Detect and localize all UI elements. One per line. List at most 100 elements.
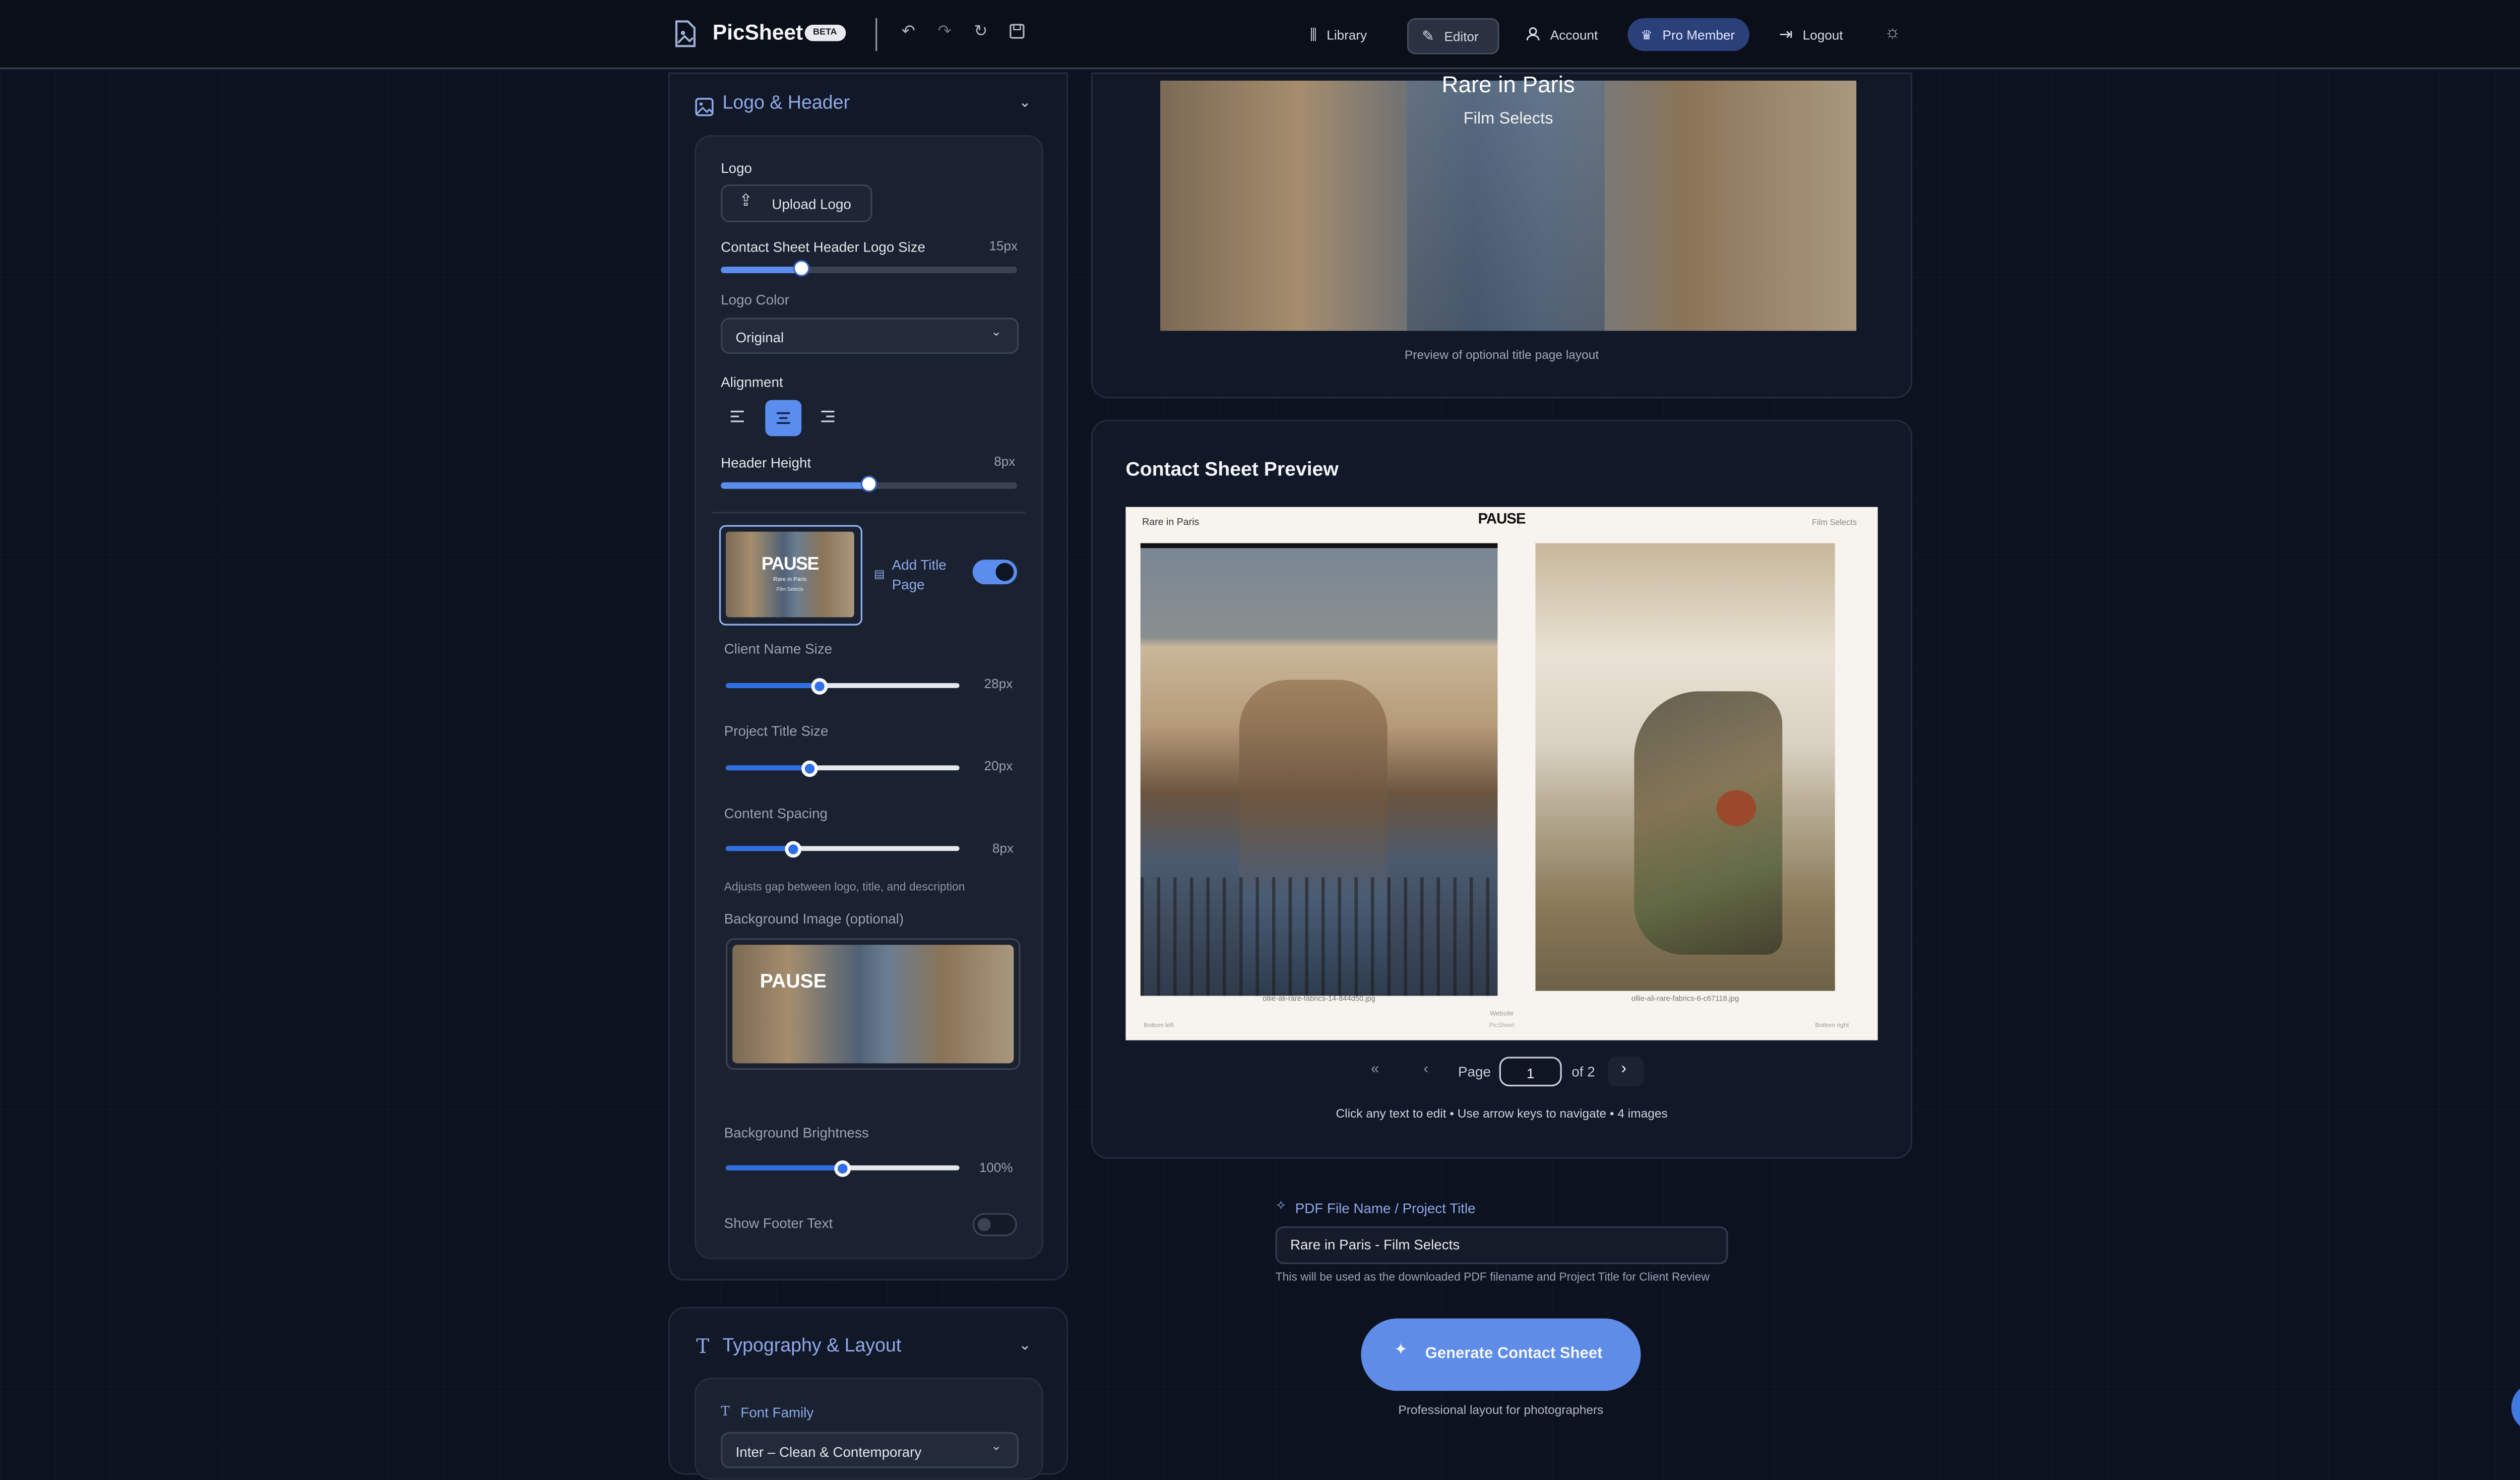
contact-photo-1[interactable] (1140, 543, 1498, 996)
save-icon[interactable] (1007, 23, 1027, 43)
app-name[interactable]: PicSheet (713, 20, 803, 44)
nav-editor-label: Editor (1444, 29, 1479, 44)
logo-color-select[interactable]: Original ⌄ (721, 318, 1019, 354)
title-page-preview-panel: Rare in Paris Film Selects Preview of op… (1091, 71, 1913, 399)
logo-size-value: 15px (989, 238, 1018, 254)
contact-photo-2[interactable] (1535, 543, 1835, 991)
bg-brightness-label: Background Brightness (724, 1124, 869, 1141)
header-height-slider[interactable] (721, 475, 1017, 492)
title-page-thumbnail[interactable]: PAUSE Rare in Paris Film Selects (719, 525, 863, 626)
contact-sheet-heading: Contact Sheet Preview (1125, 457, 1339, 481)
nav-logout-label: Logout (1802, 27, 1843, 42)
content-spacing-hint: Adjusts gap between logo, title, and des… (724, 882, 965, 894)
thumb-sub1: Rare in Paris (773, 576, 807, 583)
bg-image-preview[interactable]: PAUSE (725, 938, 1021, 1070)
upload-logo-button[interactable]: ⇪ Upload Logo (721, 184, 872, 222)
project-title-size-slider[interactable] (725, 759, 960, 776)
next-page-button[interactable]: › (1608, 1057, 1645, 1087)
contact-sheet-page[interactable]: Rare in Paris PAUSE Film Selects ollie-a… (1125, 507, 1878, 1040)
thumb-title: PAUSE (761, 554, 820, 575)
contact-photo-2-filename[interactable]: ollie-ali-rare-fabrics-6-c67118.jpg (1536, 994, 1835, 1002)
sheet-header-right[interactable]: Film Selects (1812, 519, 1857, 529)
nav-account[interactable]: Account (1513, 18, 1611, 51)
crown-icon: ♛ (1641, 27, 1653, 42)
bg-image-label: Background Image (optional) (724, 910, 904, 927)
slider-thumb[interactable] (801, 759, 818, 776)
chat-launcher-button[interactable] (2511, 1382, 2520, 1432)
add-title-page-toggle[interactable] (972, 560, 1017, 585)
font-family-select[interactable]: Inter – Clean & Contemporary ⌄ (721, 1432, 1019, 1468)
contact-photo-1-filename[interactable]: ollie-ali-rare-fabrics-14-844d50.jpg (1141, 994, 1498, 1002)
logo-color-value: Original (735, 329, 784, 346)
nav-library-label: Library (1327, 27, 1367, 42)
prev-page-icon[interactable]: ‹ (1423, 1060, 1428, 1077)
slider-thumb[interactable] (785, 840, 802, 857)
pdf-filename-value: Rare in Paris - Film Selects (1290, 1236, 1460, 1253)
slider-thumb[interactable] (811, 677, 828, 694)
client-name-size-label: Client Name Size (724, 640, 833, 657)
generate-subtitle: Professional layout for photographers (1398, 1402, 1604, 1417)
pdf-filename-input[interactable]: Rare in Paris - Film Selects (1275, 1226, 1728, 1264)
logo-label: Logo (721, 159, 752, 176)
sheet-footer-right[interactable]: Bottom right (1815, 1022, 1849, 1029)
client-name-size-value: 28px (984, 676, 1013, 692)
section-title-logo-header[interactable]: Logo & Header (722, 94, 850, 113)
content-spacing-label: Content Spacing (724, 805, 828, 822)
align-right-button[interactable] (811, 400, 844, 433)
reset-icon[interactable]: ↻ (971, 23, 991, 43)
generate-button-label: Generate Contact Sheet (1425, 1344, 1603, 1363)
slider-thumb[interactable] (834, 1159, 851, 1177)
content-spacing-slider[interactable] (725, 840, 960, 857)
nav-account-label: Account (1550, 27, 1598, 42)
generate-contact-sheet-button[interactable]: ✦ Generate Contact Sheet (1361, 1318, 1641, 1391)
first-page-icon[interactable]: « (1371, 1060, 1379, 1077)
nav-pro-label: Pro Member (1662, 27, 1735, 42)
contact-sheet-preview-panel: Contact Sheet Preview Rare in Paris PAUS… (1091, 419, 1913, 1159)
theme-toggle-icon[interactable]: ☼ (1883, 23, 1903, 43)
add-title-page-label: Add Title Page (892, 556, 947, 593)
align-left-button[interactable] (721, 400, 753, 433)
logo-size-slider[interactable] (721, 260, 1017, 277)
nav-editor[interactable]: ✎ Editor (1407, 18, 1499, 54)
align-center-button[interactable] (765, 400, 802, 437)
nav-logout[interactable]: ⇥ Logout (1766, 18, 1856, 51)
header-height-label: Header Height (721, 454, 811, 471)
pdf-filename-label: PDF File Name / Project Title (1295, 1200, 1476, 1217)
sparkle-icon: ✧ (1275, 1198, 1287, 1213)
nav-library[interactable]: ⫼ Library (1297, 18, 1380, 51)
beta-badge: BETA (804, 24, 845, 41)
font-family-icon: T (721, 1404, 730, 1419)
redo-icon[interactable]: ↷ (935, 23, 955, 43)
sheet-footer-brand[interactable]: PicSheet (1125, 1022, 1877, 1029)
client-name-size-slider[interactable] (725, 677, 960, 694)
chevron-down-icon: ⌄ (990, 324, 1002, 339)
page-input-value: 1 (1526, 1065, 1535, 1082)
top-bar: PicSheet BETA ↶ ↷ ↻ ⫼ Library ✎ Editor A… (0, 0, 2520, 70)
slider-thumb[interactable] (792, 260, 809, 277)
app-logo-icon[interactable] (673, 20, 698, 48)
pencil-icon: ✎ (1422, 27, 1434, 44)
bg-brightness-slider[interactable] (725, 1159, 960, 1177)
undo-icon[interactable]: ↶ (899, 23, 918, 43)
logo-size-label: Contact Sheet Header Logo Size (721, 238, 926, 256)
page-label: Page (1458, 1063, 1491, 1080)
library-icon: ⫼ (1310, 25, 1317, 42)
show-footer-toggle[interactable] (972, 1213, 1017, 1237)
page-total: of 2 (1571, 1063, 1595, 1080)
section-title-typography[interactable]: Typography & Layout (722, 1336, 901, 1356)
thumb-sub2: Film Selects (776, 586, 804, 593)
slider-thumb[interactable] (860, 475, 877, 492)
sheet-header-logo[interactable]: PAUSE (1125, 510, 1877, 527)
logout-icon: ⇥ (1779, 25, 1793, 44)
upload-logo-label: Upload Logo (772, 196, 851, 213)
chevron-down-icon[interactable]: ⌄ (1019, 94, 1031, 112)
align-right-icon (821, 410, 835, 422)
logo-header-panel: Logo & Header ⌄ Logo ⇪ Upload Logo Conta… (668, 72, 1068, 1281)
chevron-down-icon[interactable]: ⌄ (1019, 1336, 1031, 1354)
bg-image-title: PAUSE (760, 969, 827, 993)
nav-pro-member[interactable]: ♛ Pro Member (1627, 18, 1750, 51)
project-title-size-value: 20px (984, 759, 1013, 774)
sheet-footer-website[interactable]: Website (1125, 1009, 1877, 1017)
logo-color-label: Logo Color (721, 291, 790, 308)
page-input[interactable]: 1 (1499, 1057, 1562, 1087)
